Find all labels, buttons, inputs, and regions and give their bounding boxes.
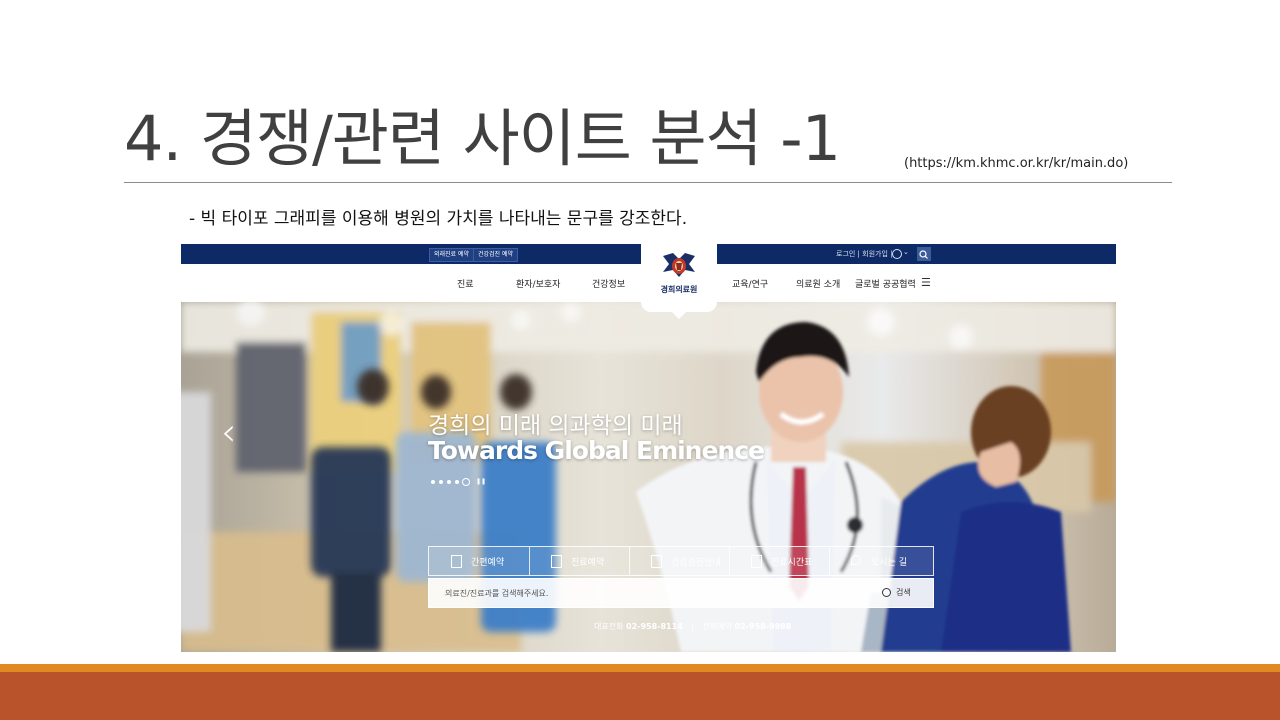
quick-link-label: 진료예약: [571, 558, 605, 568]
hero-headline-english: Towards Global Eminence: [428, 436, 765, 465]
slide-dot[interactable]: [447, 480, 451, 484]
bullet-point: - 빅 타이포 그래피를 이용해 병원의 가치를 나타내는 문구를 강조한다.: [189, 209, 688, 229]
title-divider: [124, 182, 1172, 183]
slide-dot[interactable]: [431, 480, 435, 484]
map-pin-icon: [851, 555, 861, 565]
nav-item-treatment[interactable]: 진료: [457, 277, 474, 290]
quick-link-easy-reservation[interactable]: 간편예약: [429, 547, 530, 575]
hero-headline-korean: 경희의 미래 의과학의 미래: [428, 413, 683, 439]
source-url: (https://km.khmc.or.kr/kr/main.do): [904, 156, 1129, 171]
nav-item-education[interactable]: 교육/연구: [732, 277, 768, 290]
quick-link-directions[interactable]: 오시는 길: [829, 547, 929, 575]
hospital-emblem-icon: [663, 253, 695, 277]
chevron-down-icon[interactable]: ⌄: [903, 248, 909, 256]
document-edit-icon: [451, 555, 462, 568]
quick-link-label: 간편예약: [471, 558, 505, 568]
checklist-icon: [651, 555, 662, 568]
search-button-label[interactable]: 검색: [896, 587, 911, 598]
contact-numbers: 대표전화 02-958-8114 | 전화예약 02-958-9988: [594, 621, 791, 632]
search-button[interactable]: [917, 247, 931, 261]
pause-icon[interactable]: ❚❚: [476, 478, 486, 485]
nav-item-about[interactable]: 의료원 소개: [796, 277, 840, 290]
website-screenshot: 외래진료 예약 건강검진 예약 로그인 | 회원가입 | ⌄ 진료 환자/보호자…: [181, 244, 1116, 652]
globe-icon[interactable]: [892, 249, 902, 259]
quick-link-reservation[interactable]: 진료예약: [529, 547, 630, 575]
slide-title: 4. 경쟁/관련 사이트 분석 -1: [124, 102, 841, 175]
hamburger-menu-icon[interactable]: ☰: [921, 276, 931, 289]
login-signup-links[interactable]: 로그인 | 회원가입 |: [836, 248, 892, 260]
calendar-icon: [751, 555, 762, 568]
footer-stripe: [0, 664, 1280, 672]
nav-item-health-info[interactable]: 건강정보: [592, 277, 625, 290]
search-icon: [919, 250, 928, 259]
quick-link-label: 진료시간표: [771, 558, 813, 568]
main-phone-label: 대표전화: [594, 622, 624, 631]
quick-links-bar: 간편예약 진료예약 건강검진안내 진료시간표 오시는 길: [428, 546, 934, 576]
quick-link-checkup-info[interactable]: 건강검진안내: [629, 547, 730, 575]
checkup-reservation-button[interactable]: 건강검진 예약: [473, 248, 519, 262]
reserve-phone-number[interactable]: 02-958-9988: [735, 622, 792, 631]
search-input[interactable]: 의료진/진료과를 검색해주세요.: [445, 588, 548, 599]
hero-banner: ‹ 경희의 미래 의과학의 미래 Towards Global Eminence…: [181, 302, 1116, 652]
nav-item-global[interactable]: 글로벌 공공협력: [855, 277, 916, 290]
nav-item-patients[interactable]: 환자/보호자: [516, 277, 560, 290]
quick-link-label: 오시는 길: [871, 558, 907, 568]
logo-text: 경희의료원: [660, 285, 698, 294]
quick-link-label: 건강검진안내: [671, 558, 721, 568]
main-phone-number[interactable]: 02-958-8114: [626, 622, 683, 631]
outpatient-reservation-button[interactable]: 외래진료 예약: [429, 248, 475, 262]
quick-link-schedule[interactable]: 진료시간표: [729, 547, 830, 575]
footer-band: [0, 664, 1280, 720]
reserve-phone-label: 전화예약: [702, 622, 732, 631]
separator: |: [691, 622, 694, 631]
search-icon[interactable]: [882, 588, 891, 597]
doctor-search-bar[interactable]: 의료진/진료과를 검색해주세요. 검색: [428, 578, 934, 608]
hospital-logo[interactable]: 경희의료원: [641, 244, 717, 319]
slide-dot[interactable]: [455, 480, 459, 484]
clipboard-icon: [551, 555, 562, 568]
slide-dot[interactable]: [439, 480, 443, 484]
slide-dot-active[interactable]: [462, 478, 470, 486]
prev-slide-arrow[interactable]: ‹: [221, 410, 236, 454]
